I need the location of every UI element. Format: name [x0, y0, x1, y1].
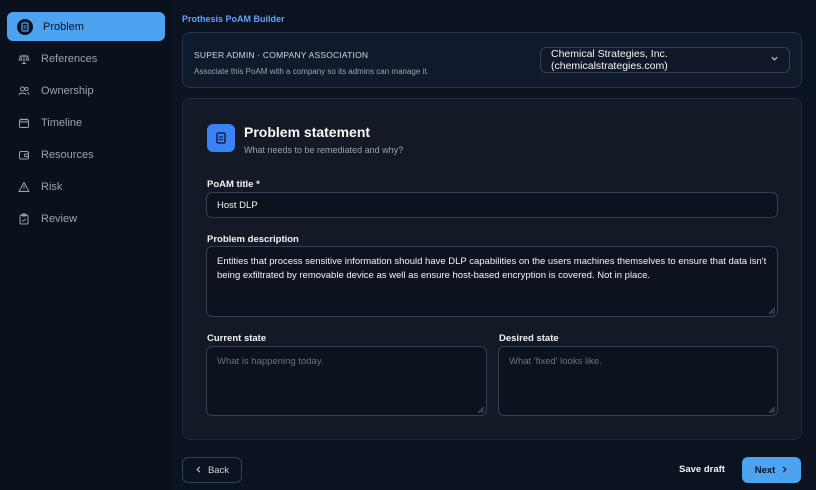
sidebar-item-label: Ownership [41, 84, 94, 97]
section-title: Problem statement [244, 124, 371, 140]
current-state-textarea[interactable]: What is happening today. [206, 346, 487, 416]
current-state-label: Current state [207, 333, 267, 344]
problem-statement-card: Problem statement What needs to be remed… [182, 98, 802, 440]
sidebar-item-label: Resources [41, 148, 94, 161]
resize-grip-icon[interactable] [769, 308, 775, 314]
sidebar-item-label: References [41, 52, 98, 65]
poam-title-label: PoAM title * [207, 179, 260, 190]
warning-icon [17, 180, 31, 194]
poam-title-value: Host DLP [217, 200, 258, 211]
sidebar-item-ownership[interactable]: Ownership [7, 76, 165, 105]
desired-state-label: Desired state [499, 333, 559, 344]
save-draft-button[interactable]: Save draft [679, 464, 725, 475]
resize-grip-icon[interactable] [769, 407, 775, 413]
section-subtitle: What needs to be remediated and why? [244, 145, 404, 155]
sidebar: Problem References Ownership Timeline Re… [0, 0, 172, 490]
calendar-icon [17, 116, 31, 130]
document-icon [17, 18, 33, 35]
chevron-right-icon [781, 465, 788, 476]
association-subtitle: Associate this PoAM with a company so it… [194, 67, 429, 76]
sidebar-item-review[interactable]: Review [7, 204, 165, 233]
sidebar-item-label: Risk [41, 180, 63, 193]
company-select[interactable]: Chemical Strategies, Inc. (chemicalstrat… [540, 47, 790, 73]
breadcrumb: Prothesis PoAM Builder [182, 14, 285, 24]
sidebar-item-label: Review [41, 212, 78, 225]
current-state-placeholder: What is happening today. [217, 356, 324, 367]
back-button[interactable]: Back [182, 457, 242, 483]
desired-state-textarea[interactable]: What 'fixed' looks like. [498, 346, 778, 416]
users-icon [17, 84, 31, 98]
chevron-down-icon [770, 54, 779, 66]
sidebar-item-resources[interactable]: Resources [7, 140, 165, 169]
resize-grip-icon[interactable] [478, 407, 484, 413]
sidebar-item-label: Problem [43, 20, 84, 33]
company-association-card: SUPER ADMIN · COMPANY ASSOCIATION Associ… [182, 32, 802, 88]
next-button[interactable]: Next [742, 457, 801, 483]
sidebar-item-timeline[interactable]: Timeline [7, 108, 165, 137]
association-title: SUPER ADMIN · COMPANY ASSOCIATION [194, 50, 369, 60]
chevron-left-icon [195, 465, 202, 476]
company-select-value: Chemical Strategies, Inc. (chemicalstrat… [551, 48, 668, 72]
clipboard-icon [17, 212, 31, 226]
document-icon [207, 124, 235, 152]
scale-icon [17, 52, 31, 66]
sidebar-item-references[interactable]: References [7, 44, 165, 73]
wallet-icon [17, 148, 31, 162]
sidebar-item-problem[interactable]: Problem [7, 12, 165, 41]
problem-description-label: Problem description [207, 234, 299, 245]
problem-description-textarea[interactable]: Entities that process sensitive informat… [206, 246, 778, 317]
poam-title-input[interactable]: Host DLP [206, 192, 778, 218]
problem-description-value: Entities that process sensitive informat… [217, 256, 767, 282]
sidebar-item-label: Timeline [41, 116, 83, 129]
sidebar-item-risk[interactable]: Risk [7, 172, 165, 201]
next-button-label: Next [754, 464, 776, 476]
back-button-label: Back [207, 464, 230, 476]
desired-state-placeholder: What 'fixed' looks like. [509, 356, 602, 367]
